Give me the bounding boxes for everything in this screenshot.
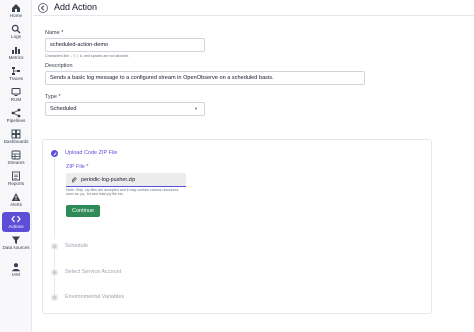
sidebar-item-home[interactable]: Home: [2, 3, 30, 19]
sidebar-item-label: Reports: [7, 181, 25, 186]
description-label: Description: [45, 63, 73, 69]
sidebar-item-label: Pipelines: [6, 118, 26, 123]
name-hint: Characters like :, ?, /, #, and spaces a…: [45, 54, 129, 58]
home-icon: [12, 4, 20, 12]
sidebar-item-iam[interactable]: IAM: [2, 262, 30, 278]
stepper-card: [42, 139, 432, 314]
sidebar-item-label: Logs: [11, 34, 21, 39]
traces-icon: [12, 67, 20, 75]
zip-file-input[interactable]: periodic-log-pusher.zip: [66, 173, 186, 187]
zip-file-label: ZIP File *: [66, 164, 89, 170]
name-input[interactable]: scheduled-action-demo: [45, 38, 205, 52]
step-4-indicator: [51, 294, 58, 301]
sidebar: Home Logs Metrics Traces RUM Pipelines D…: [0, 0, 32, 332]
code-icon: [11, 215, 21, 223]
pencil-icon: [53, 152, 56, 155]
step-1-indicator: [51, 150, 58, 157]
step-connector: [54, 277, 55, 294]
type-select-value: Scheduled: [50, 106, 77, 112]
sidebar-item-reports[interactable]: Reports: [2, 171, 30, 187]
sidebar-item-label: IAM: [11, 272, 21, 277]
arrow-left-icon: [40, 5, 45, 11]
zip-file-note: Note: Only .zip files are accepted and i…: [66, 188, 179, 197]
step-2-title[interactable]: Schedule: [65, 243, 88, 249]
bar-chart-icon: [12, 47, 20, 54]
filter-icon: [12, 236, 20, 244]
dashboards-icon: [11, 129, 21, 139]
type-select[interactable]: Scheduled ▼: [45, 102, 205, 116]
sidebar-item-data-sources[interactable]: Data sources: [2, 235, 30, 251]
sidebar-item-streams[interactable]: Streams: [2, 150, 30, 166]
page-header: Add Action: [33, 0, 474, 16]
sidebar-item-metrics[interactable]: Metrics: [2, 45, 30, 61]
search-icon: [11, 24, 21, 34]
sidebar-item-label: Dashboards: [3, 139, 29, 144]
sidebar-item-label: Actions: [8, 224, 24, 230]
step-2-indicator: [51, 243, 58, 250]
sidebar-item-pipelines[interactable]: Pipelines: [2, 108, 30, 124]
continue-button[interactable]: Continue: [66, 205, 100, 217]
description-input[interactable]: Sends a basic log message to a configure…: [45, 71, 365, 85]
step-3-title[interactable]: Select Service Account: [65, 269, 121, 275]
sidebar-item-traces[interactable]: Traces: [2, 66, 30, 82]
sidebar-item-label: Alerts: [10, 202, 22, 207]
back-button[interactable]: [38, 3, 48, 13]
streams-icon: [11, 150, 21, 160]
sidebar-item-logs[interactable]: Logs: [2, 24, 30, 40]
step-connector: [54, 251, 55, 268]
sidebar-item-label: Traces: [9, 76, 23, 81]
sidebar-item-label: Metrics: [8, 55, 24, 60]
name-label: Name *: [45, 30, 64, 36]
step-4-title[interactable]: Environmental Variables: [65, 294, 124, 300]
page-title: Add Action: [54, 2, 98, 12]
pipelines-icon: [11, 108, 21, 118]
step-3-indicator: [51, 269, 58, 276]
alert-icon: [11, 193, 21, 201]
sidebar-item-label: Data sources: [2, 245, 30, 250]
step-1-title[interactable]: Upload Code ZIP File: [65, 150, 117, 156]
sidebar-item-rum[interactable]: RUM: [2, 87, 30, 103]
sidebar-item-label: RUM: [10, 97, 22, 102]
user-icon: [12, 263, 20, 272]
monitor-icon: [11, 88, 21, 96]
chevron-down-icon: ▼: [194, 106, 198, 111]
sidebar-item-label: Streams: [7, 160, 25, 165]
sidebar-item-alerts[interactable]: Alerts: [2, 192, 30, 208]
sidebar-item-label: Home: [9, 13, 23, 18]
attachment-icon: [71, 176, 77, 182]
sidebar-item-actions[interactable]: Actions: [2, 212, 30, 232]
type-label: Type *: [45, 94, 61, 100]
zip-file-name: periodic-log-pusher.zip: [81, 176, 136, 183]
step-connector: [54, 159, 55, 239]
sidebar-item-dashboards[interactable]: Dashboards: [2, 129, 30, 145]
reports-icon: [12, 171, 20, 181]
